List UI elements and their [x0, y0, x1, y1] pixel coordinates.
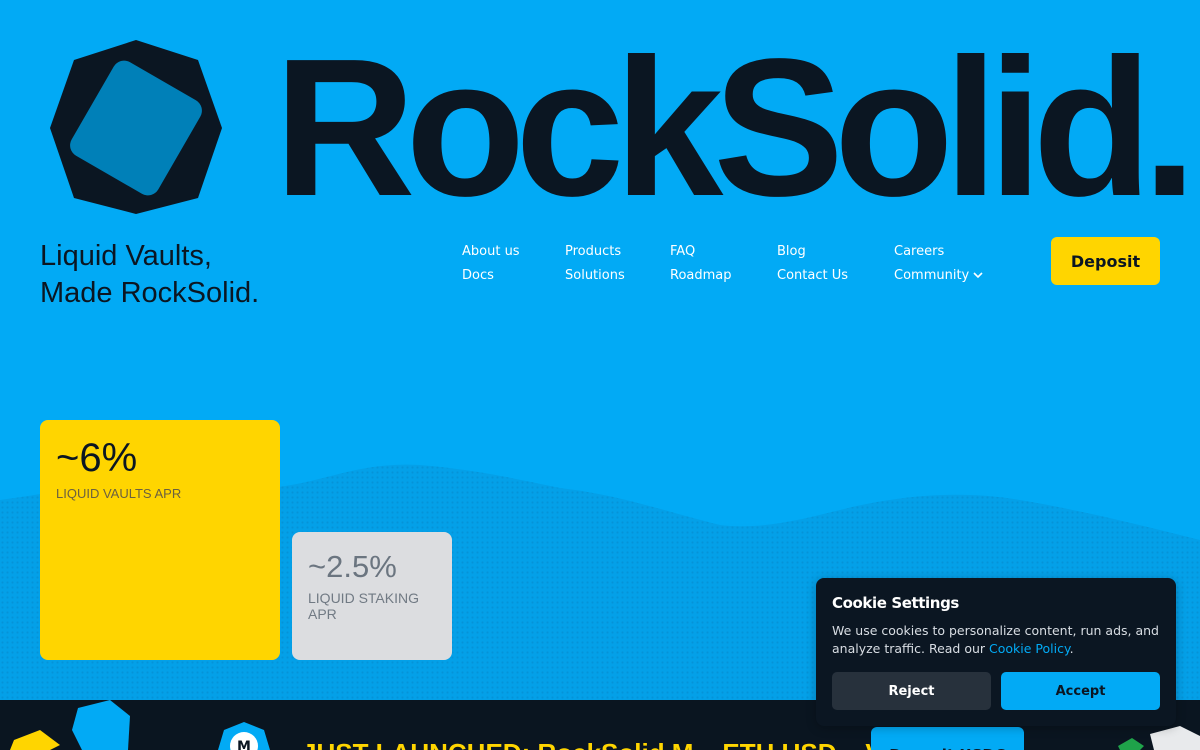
deposit-usdc-button[interactable]: Deposit USDC — [871, 727, 1024, 750]
nav-column: Products Solutions — [565, 240, 675, 288]
tagline-line-2: Made RockSolid. — [40, 277, 260, 309]
stat-label: LIQUID VAULTS APR — [56, 486, 182, 501]
nav-link-blog[interactable]: Blog — [777, 240, 887, 264]
nav-column: About us Docs — [462, 240, 572, 288]
nav-link-about-us[interactable]: About us — [462, 240, 572, 264]
accept-button[interactable]: Accept — [1001, 672, 1160, 710]
cookie-text: We use cookies to personalize content, r… — [832, 622, 1160, 658]
nav-link-solutions[interactable]: Solutions — [565, 264, 675, 288]
stat-value: ~2.5% — [308, 549, 397, 584]
nav-link-docs[interactable]: Docs — [462, 264, 572, 288]
nav-link-products[interactable]: Products — [565, 240, 675, 264]
stat-value: ~6% — [56, 436, 138, 480]
nav-link-community[interactable]: Community — [894, 264, 1004, 288]
hero-tagline: Liquid Vaults, Made RockSolid. — [40, 238, 259, 312]
cookie-title: Cookie Settings — [832, 594, 959, 612]
stat-label: LIQUID STAKING APR — [308, 590, 419, 622]
nav-link-community-label: Community — [894, 268, 970, 283]
reject-button[interactable]: Reject — [832, 672, 991, 710]
svg-text:M: M — [237, 739, 251, 750]
rock-hexagon-icon[interactable] — [48, 38, 224, 216]
decorative-gems-icon — [1118, 726, 1200, 750]
deposit-button[interactable]: Deposit — [1051, 237, 1160, 285]
stat-card-liquid-staking: ~2.5% LIQUID STAKING APR — [292, 532, 452, 660]
cookie-policy-link[interactable]: Cookie Policy — [989, 641, 1070, 656]
vault-token-icon: M — [218, 722, 270, 750]
cookie-body-end: . — [1069, 641, 1074, 656]
nav-link-careers[interactable]: Careers — [894, 240, 1004, 264]
stat-card-liquid-vaults: ~6% LIQUID VAULTS APR — [40, 420, 280, 660]
cookie-settings-dialog: Cookie Settings We use cookies to person… — [816, 578, 1176, 726]
nav-column: Careers Community — [894, 240, 1004, 288]
banner-text: JUST LAUNCHED: RockSolid M... ETH USD...… — [302, 738, 928, 750]
nav-link-faq[interactable]: FAQ — [670, 240, 780, 264]
brand-wordmark[interactable]: RockSolid. — [274, 30, 1197, 226]
nav-column: FAQ Roadmap — [670, 240, 780, 288]
cookie-actions: Reject Accept — [832, 672, 1160, 710]
chevron-down-icon — [973, 272, 983, 279]
nav-column: Blog Contact Us — [777, 240, 887, 288]
nav-link-roadmap[interactable]: Roadmap — [670, 264, 780, 288]
nav-link-contact-us[interactable]: Contact Us — [777, 264, 887, 288]
decorative-rocks-icon — [10, 700, 130, 750]
tagline-line-1: Liquid Vaults, — [40, 240, 212, 272]
